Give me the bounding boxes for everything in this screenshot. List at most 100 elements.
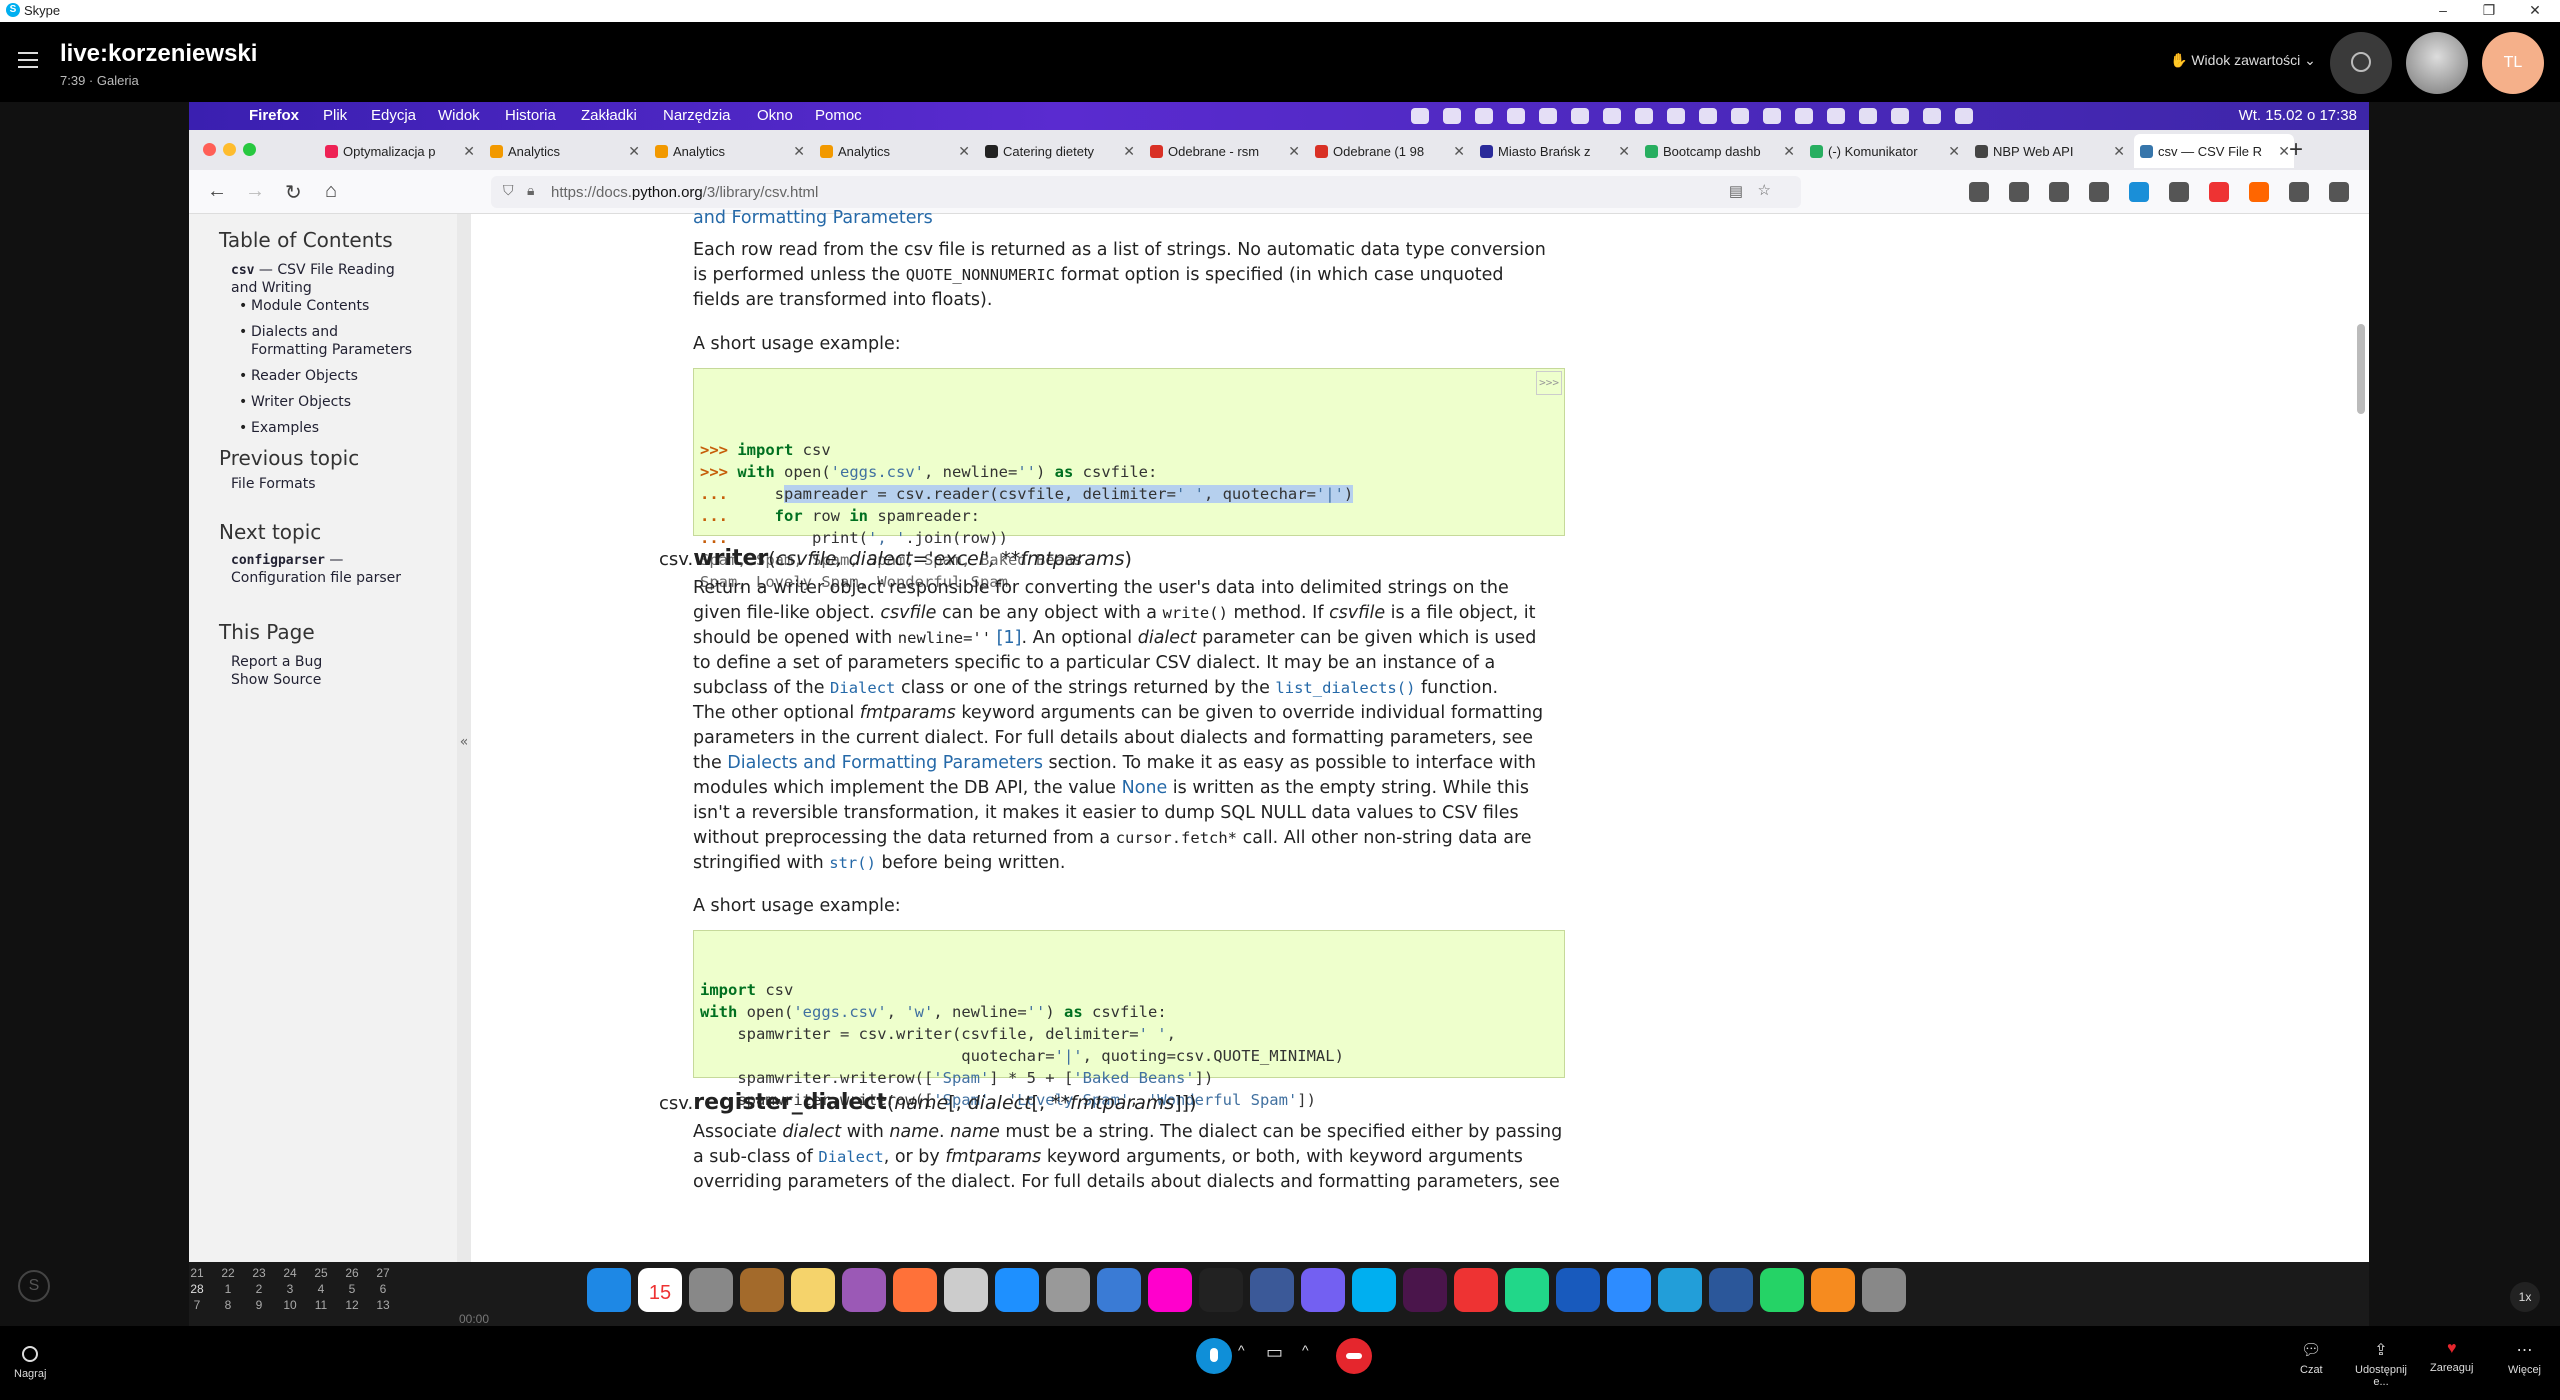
- telegram-icon[interactable]: [1658, 1268, 1702, 1312]
- menu-firefox[interactable]: Firefox: [249, 107, 299, 124]
- str-link[interactable]: str(): [829, 854, 876, 872]
- tab-close-icon[interactable]: ✕: [460, 143, 475, 160]
- mic-options-chevron-icon[interactable]: ^: [1238, 1342, 1245, 1358]
- zoom-level-button[interactable]: 1x: [2510, 1282, 2540, 1312]
- close-button[interactable]: ✕: [2516, 0, 2554, 22]
- sublime-icon[interactable]: [1811, 1268, 1855, 1312]
- browser-tab[interactable]: NBP Web API ✕: [1969, 134, 2129, 168]
- status-icon[interactable]: [1475, 108, 1493, 124]
- page-scrollbar[interactable]: [2357, 324, 2365, 414]
- forward-icon[interactable]: →: [245, 180, 265, 203]
- viber-icon[interactable]: [1301, 1268, 1345, 1312]
- wifi-icon[interactable]: [1859, 108, 1877, 124]
- browser-tab[interactable]: (-) Komunikator ✕: [1804, 134, 1964, 168]
- view-content-button[interactable]: ✋ Widok zawartości ⌄: [2170, 52, 2316, 69]
- trash-icon[interactable]: [1862, 1268, 1906, 1312]
- menu-pomoc[interactable]: Pomoc: [815, 107, 862, 124]
- skype-icon[interactable]: [1352, 1268, 1396, 1312]
- reminders-icon[interactable]: [944, 1268, 988, 1312]
- safari-icon[interactable]: [1097, 1268, 1141, 1312]
- extension-icon[interactable]: [2289, 182, 2309, 202]
- toc-item[interactable]: Reader Objects: [251, 368, 358, 384]
- toc-item[interactable]: Examples: [251, 420, 319, 436]
- tab-close-icon[interactable]: ✕: [1615, 143, 1630, 160]
- extension-icon[interactable]: [2169, 182, 2189, 202]
- zoom-icon[interactable]: [1607, 1268, 1651, 1312]
- browser-tab[interactable]: Optymalizacja p ✕: [319, 134, 479, 168]
- menu-historia[interactable]: Historia: [505, 107, 556, 124]
- pocket-icon[interactable]: [1969, 182, 1989, 202]
- show-source-link[interactable]: Show Source: [231, 672, 321, 688]
- status-icon[interactable]: [1635, 108, 1653, 124]
- downloads-icon[interactable]: [2009, 182, 2029, 202]
- search-icon[interactable]: [1891, 108, 1909, 124]
- toc-main-link[interactable]: csv — CSV File Reading: [231, 262, 395, 278]
- camera-options-chevron-icon[interactable]: ^: [1302, 1342, 1309, 1358]
- finder-icon[interactable]: [587, 1268, 631, 1312]
- window-minimize-dot[interactable]: [223, 143, 236, 156]
- browser-tab[interactable]: Bootcamp dashb ✕: [1639, 134, 1799, 168]
- menu-widok[interactable]: Widok: [438, 107, 480, 124]
- copy-prompt-button[interactable]: >>>: [1536, 371, 1562, 395]
- photos-icon[interactable]: [1148, 1268, 1192, 1312]
- tab-close-icon[interactable]: ✕: [1945, 143, 1960, 160]
- add-participant-button[interactable]: [2330, 32, 2392, 94]
- window-close-dot[interactable]: [203, 143, 216, 156]
- report-bug-link[interactable]: Report a Bug: [231, 654, 322, 670]
- status-icon[interactable]: [1507, 108, 1525, 124]
- tab-close-icon[interactable]: ✕: [2275, 143, 2290, 160]
- extension-icon[interactable]: [2129, 182, 2149, 202]
- footnote-link[interactable]: [1]: [991, 628, 1022, 648]
- browser-tab[interactable]: Odebrane (1 98 ✕: [1309, 134, 1469, 168]
- browser-tab[interactable]: Analytics ✕: [484, 134, 644, 168]
- reload-icon[interactable]: ↻: [285, 180, 302, 205]
- app-menu-icon[interactable]: [2329, 182, 2349, 202]
- teams-icon[interactable]: [1556, 1268, 1600, 1312]
- siri-icon[interactable]: [1955, 108, 1973, 124]
- reader-view-icon[interactable]: ▤: [1729, 182, 1743, 200]
- list-dialects-link[interactable]: list_dialects(): [1275, 679, 1415, 697]
- menu-zakladki[interactable]: Zakładki: [581, 107, 637, 124]
- contacts-icon[interactable]: [740, 1268, 784, 1312]
- terminal-icon[interactable]: [1199, 1268, 1243, 1312]
- status-icon[interactable]: [1411, 108, 1429, 124]
- toc-item[interactable]: Writer Objects: [251, 394, 351, 410]
- microphone-button[interactable]: [1196, 1338, 1232, 1374]
- extension-icon[interactable]: [2089, 182, 2109, 202]
- status-icon[interactable]: [1731, 108, 1749, 124]
- control-center-icon[interactable]: [1923, 108, 1941, 124]
- dialect-link[interactable]: Dialect: [818, 1148, 883, 1166]
- menu-edycja[interactable]: Edycja: [371, 107, 416, 124]
- status-icon[interactable]: [1571, 108, 1589, 124]
- browser-tab[interactable]: Analytics ✕: [814, 134, 974, 168]
- firefox-icon[interactable]: [893, 1268, 937, 1312]
- word-icon[interactable]: [1709, 1268, 1753, 1312]
- next-topic-link-2[interactable]: Configuration file parser: [231, 570, 401, 586]
- browser-tab[interactable]: Miasto Brańsk z ✕: [1474, 134, 1634, 168]
- calendar-app-icon[interactable]: 15: [638, 1268, 682, 1312]
- tab-close-icon[interactable]: ✕: [790, 143, 805, 160]
- more-button[interactable]: ⋯ Więcej: [2508, 1340, 2541, 1376]
- restore-button[interactable]: ❐: [2470, 0, 2508, 22]
- status-icon[interactable]: [1667, 108, 1685, 124]
- bookmark-star-icon[interactable]: ☆: [1758, 181, 1771, 199]
- menu-okno[interactable]: Okno: [757, 107, 793, 124]
- camera-off-icon[interactable]: ▭: [1266, 1342, 1283, 1363]
- slack-icon[interactable]: [1403, 1268, 1447, 1312]
- status-icon[interactable]: [1603, 108, 1621, 124]
- toc-item[interactable]: Dialects and: [251, 324, 338, 340]
- acrobat-icon[interactable]: [1454, 1268, 1498, 1312]
- pycharm-icon[interactable]: [1505, 1268, 1549, 1312]
- launchpad-icon[interactable]: [689, 1268, 733, 1312]
- url-bar[interactable]: ⛉ 🔒︎ https://docs.python.org/3/library/c…: [491, 176, 1801, 208]
- status-icon[interactable]: [1539, 108, 1557, 124]
- status-icon[interactable]: [1795, 108, 1813, 124]
- minimize-button[interactable]: –: [2424, 0, 2462, 22]
- dialect-link[interactable]: Dialect: [830, 679, 895, 697]
- podcasts-icon[interactable]: [842, 1268, 886, 1312]
- tab-close-icon[interactable]: ✕: [1780, 143, 1795, 160]
- extension-icon[interactable]: [2249, 182, 2269, 202]
- tab-close-icon[interactable]: ✕: [1285, 143, 1300, 160]
- menu-plik[interactable]: Plik: [323, 107, 347, 124]
- tab-close-icon[interactable]: ✕: [2110, 143, 2125, 160]
